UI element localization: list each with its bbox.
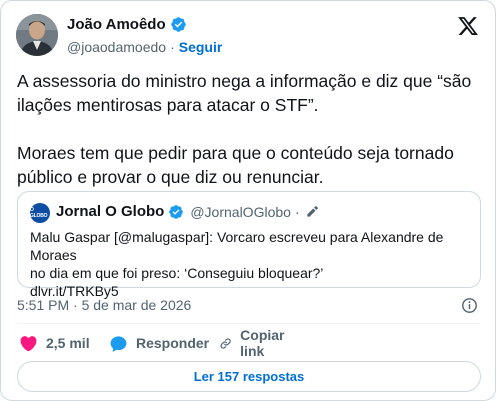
tweet-paragraph-1: A assessoria do ministro nega a informaç… [17,71,472,115]
separator-dot: · [170,39,175,55]
avatar-photo [16,14,58,56]
read-replies-label: Ler 157 respostas [193,369,305,384]
author-name[interactable]: João Amoêdo [67,16,166,33]
quote-avatar: O GLOBO [30,203,50,223]
author-handle[interactable]: @joaodamoedo [67,39,166,55]
reply-label: Responder [136,335,210,351]
quote-text-line-1: Malu Gaspar [@malugaspar]: Vorcaro escre… [30,229,444,263]
verified-badge-icon [169,204,184,219]
quote-body: Malu Gaspar [@malugaspar]: Vorcaro escre… [30,228,474,300]
verified-badge-icon [170,17,186,32]
link-icon [220,337,231,349]
separator-dot: · [294,203,300,220]
quoted-tweet[interactable]: O GLOBO Jornal O Globo @JornalOGlobo · M… [17,191,481,299]
tweet-paragraph-2: Moraes tem que pedir para que o conteúdo… [17,143,454,187]
quote-text-line-2: no dia em que foi preso: ‘Conseguiu bloq… [30,265,324,281]
info-icon[interactable] [461,297,478,314]
like-button[interactable]: 2,5 mil [19,334,90,353]
quote-header: Jornal O Globo @JornalOGlobo · [56,203,319,220]
speech-bubble-icon [110,335,127,352]
handle-row: @joaodamoedo · Seguir [67,39,222,55]
pencil-icon [306,205,318,217]
tweet-timestamp[interactable]: 5:51 PM · 5 de mar de 2026 [17,297,191,313]
heart-icon [20,335,37,351]
reply-button[interactable]: Responder [109,334,209,353]
likes-count: 2,5 mil [46,335,90,351]
follow-button[interactable]: Seguir [179,39,223,55]
x-logo-icon[interactable] [457,15,479,37]
quote-author-name: Jornal O Globo [56,203,165,220]
tweet-text: A assessoria do ministro nega a informaç… [17,69,483,189]
divider [17,323,481,324]
author-name-row[interactable]: João Amoêdo [67,16,187,33]
copy-link-button[interactable]: Copiar link [219,327,290,359]
actions-bar: 2,5 mil Responder Copiar link [17,327,285,359]
tweet-card: João Amoêdo @joaodamoedo · Seguir A asse… [0,0,496,401]
copy-link-label: Copiar link [240,327,285,359]
read-replies-button[interactable]: Ler 157 respostas [17,361,481,392]
avatar[interactable] [16,14,58,56]
quote-author-handle: @JornalOGlobo [190,203,291,220]
